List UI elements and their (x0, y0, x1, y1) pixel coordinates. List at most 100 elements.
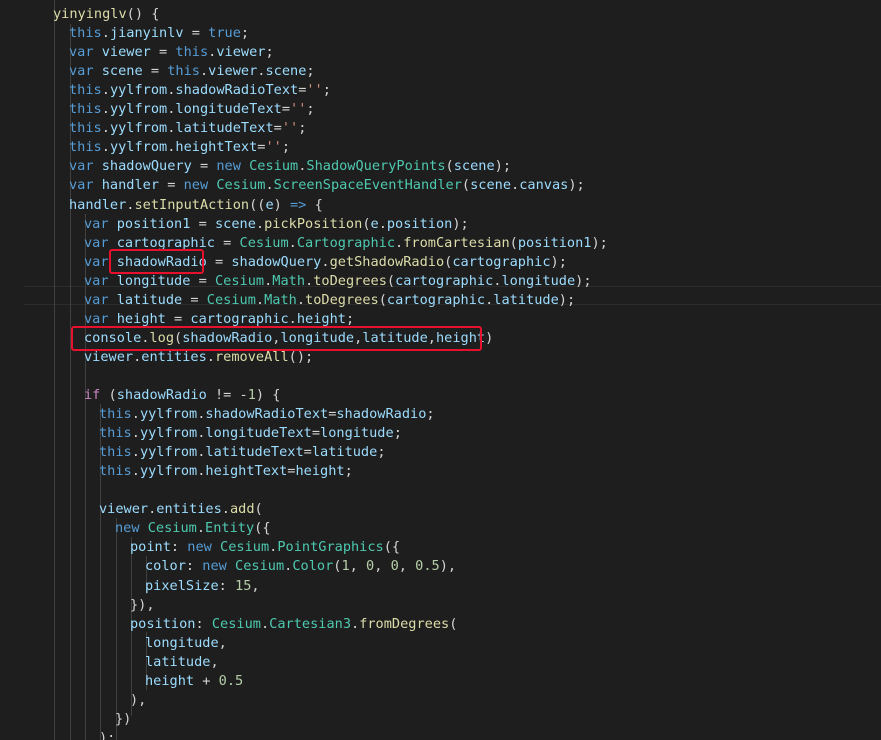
code-token: Cartesian3 (269, 615, 351, 632)
code-line: pixelSize: 15, (0, 577, 881, 596)
code-token: this (69, 82, 102, 99)
code-token: , (251, 577, 260, 594)
code-token: : (170, 539, 188, 556)
code-token: != - (206, 387, 248, 403)
code-token: () { (126, 6, 160, 22)
highlight-box-shadowradio (109, 249, 204, 274)
code-token: var (84, 215, 109, 232)
code-token: . (131, 444, 140, 461)
code-token: var (84, 253, 109, 270)
code-token: point (130, 539, 171, 556)
code-token: viewer (84, 348, 134, 365)
code-token: ), (130, 691, 147, 708)
code-token: ( (362, 215, 371, 232)
code-token: jianyinlv (109, 25, 184, 42)
code-line: height + 0.5 (0, 672, 881, 691)
code-token: true (208, 25, 241, 42)
code-line: this.yylfrom.shadowRadioText=''; (0, 81, 881, 100)
code-token: (); (288, 348, 314, 365)
code-token: PointGraphics (277, 539, 384, 556)
code-token: . (255, 291, 265, 308)
code-token: = (273, 120, 282, 137)
code-token: ; (344, 463, 353, 480)
code-token: longitude (145, 634, 219, 651)
code-token: latitude (116, 291, 183, 308)
code-token: = (303, 444, 312, 461)
code-token: this (69, 101, 102, 118)
code-token: ); (558, 291, 576, 308)
code-token: toDegrees (305, 291, 379, 308)
code-token: = (190, 272, 215, 289)
code-token: ( (445, 158, 454, 175)
code-token: }) (115, 710, 132, 727)
code-token: yinyinglv (53, 6, 127, 22)
code-line: longitude, (0, 634, 881, 653)
code-token: Cesium (239, 234, 289, 251)
code-token: , (398, 558, 416, 575)
code-token: longitude (116, 272, 191, 289)
code-token: height (145, 672, 195, 689)
code-token: pickPosition (264, 215, 363, 232)
code-token: var (84, 234, 109, 251)
code-token: shadowRadio (336, 406, 427, 423)
code-token: . (255, 215, 265, 232)
code-token: Cesium (249, 158, 299, 175)
code-token: = (311, 425, 321, 442)
code-token: viewer (99, 501, 149, 518)
code-token: entities (141, 348, 207, 365)
code-token: . (395, 234, 404, 251)
code-token: . (260, 615, 270, 632)
code-token: ( (254, 501, 263, 518)
code-token: . (206, 348, 215, 365)
code-token: entities (156, 501, 222, 518)
code-token: heightText (205, 463, 288, 480)
code-token: = (214, 234, 240, 251)
code-token: shadowRadioText (175, 82, 299, 99)
code-token: position1 (116, 215, 191, 232)
code-token: . (221, 501, 230, 518)
code-token: '' (306, 82, 323, 99)
code-token: ( (461, 177, 471, 194)
code-line: if (shadowRadio != -1) { (0, 386, 881, 405)
code-token: cartographic (395, 272, 494, 289)
code-token: ; (377, 444, 386, 461)
code-token: Math (272, 272, 306, 289)
code-token: getShadowRadio (329, 253, 445, 270)
code-token: = (150, 44, 176, 61)
code-token: this (175, 44, 209, 61)
code-token: , (349, 558, 367, 575)
code-token: , (210, 653, 219, 670)
code-token: scene (453, 158, 495, 175)
code-editor[interactable]: yinyinglv() {this.jianyinlv = true; var v… (0, 0, 881, 740)
code-token: viewer (216, 44, 266, 61)
code-token: yylfrom (109, 139, 168, 156)
code-line: this.yylfrom.longitudeText=longitude; (0, 424, 881, 443)
code-token: yylfrom (139, 425, 198, 442)
code-token: = (190, 215, 215, 232)
code-token: handler (69, 196, 127, 213)
code-token: cartographic (452, 253, 551, 270)
code-token: this (99, 444, 132, 461)
code-token: new (183, 177, 209, 194)
code-token: ; (265, 44, 274, 61)
code-token: 15 (235, 577, 252, 594)
code-line: this.yylfrom.heightText=height; (0, 462, 881, 481)
code-token: ( (509, 234, 518, 251)
code-token: Cesium (220, 539, 270, 556)
code-token: '' (281, 120, 299, 137)
code-token: shadowRadio (116, 387, 207, 403)
code-token: }), (130, 596, 155, 613)
code-token: '' (290, 101, 307, 118)
code-token: scene (470, 177, 512, 194)
code-token: longitude (320, 425, 394, 442)
code-line: this.jianyinlv = true; (0, 24, 881, 43)
code-line: this.yylfrom.latitudeText=latitude; (0, 443, 881, 462)
code-token: fromCartesian (403, 234, 510, 251)
code-token: viewer (208, 63, 258, 80)
code-line: color: new Cesium.Color(1, 0, 0, 0.5), (0, 557, 881, 576)
code-token: ; (306, 101, 315, 118)
